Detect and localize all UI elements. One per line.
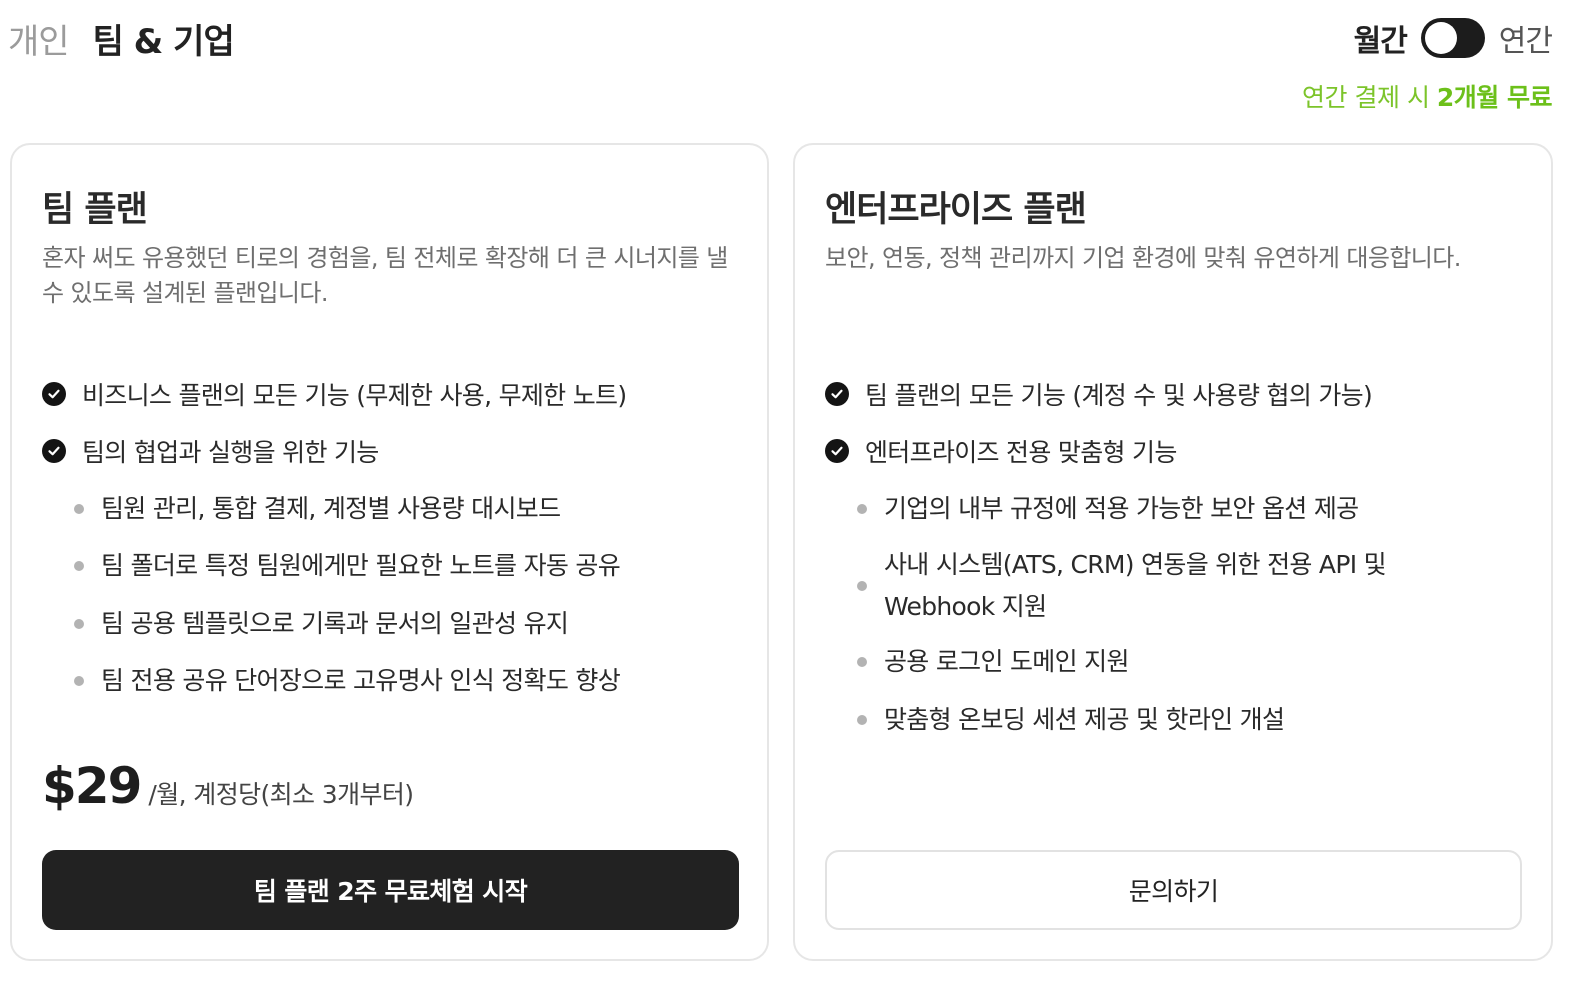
feature-list: 비즈니스 플랜의 모든 기능 (무제한 사용, 무제한 노트) 팀의 협업과 실… bbox=[42, 365, 742, 710]
feature-text: 비즈니스 플랜의 모든 기능 (무제한 사용, 무제한 노트) bbox=[82, 380, 627, 410]
bullet-dot-icon bbox=[74, 503, 84, 514]
bullet-dot-icon bbox=[857, 503, 867, 514]
start-team-trial-button[interactable]: 팀 플랜 2주 무료체험 시작 bbox=[42, 850, 739, 930]
team-plan-card: 팀 플랜 혼자 써도 유용했던 티로의 경험을, 팀 전체로 확장해 더 큰 시… bbox=[10, 143, 769, 961]
sub-feature-text: 팀 공용 템플릿으로 기록과 문서의 일관성 유지 bbox=[101, 608, 569, 638]
bullet-dot-icon bbox=[857, 714, 867, 725]
promo-highlight: 2개월 무료 bbox=[1436, 83, 1553, 112]
enterprise-plan-card: 엔터프라이즈 플랜 보안, 연동, 정책 관리까지 기업 환경에 맞춰 유연하게… bbox=[793, 143, 1553, 961]
check-circle-icon bbox=[825, 439, 849, 464]
bullet-dot-icon bbox=[857, 580, 867, 591]
feature-item: 팀 플랜의 모든 기능 (계정 수 및 사용량 협의 가능) bbox=[825, 365, 1525, 423]
billing-toggle[interactable] bbox=[1420, 18, 1485, 58]
yearly-label[interactable]: 연간 bbox=[1499, 16, 1553, 60]
price-unit: /월, 계정당(최소 3개부터) bbox=[148, 780, 414, 809]
billing-period-switch: 월간 연간 bbox=[1354, 16, 1553, 60]
sub-feature-item: 사내 시스템(ATS, CRM) 연동을 위한 전용 API 및 Webhook… bbox=[825, 538, 1525, 634]
feature-list: 팀 플랜의 모든 기능 (계정 수 및 사용량 협의 가능) 엔터프라이즈 전용… bbox=[825, 365, 1525, 749]
sub-feature-text: 팀 폴더로 특정 팀원에게만 필요한 노트를 자동 공유 bbox=[101, 551, 621, 581]
contact-us-button[interactable]: 문의하기 bbox=[825, 850, 1522, 930]
monthly-label[interactable]: 월간 bbox=[1354, 16, 1408, 60]
sub-feature-text: 기업의 내부 규정에 적용 가능한 보안 옵션 제공 bbox=[884, 493, 1359, 523]
price-block: $29 /월, 계정당(최소 3개부터) bbox=[42, 757, 414, 815]
feature-item: 팀의 협업과 실행을 위한 기능 bbox=[42, 423, 742, 481]
plan-title: 팀 플랜 bbox=[42, 190, 148, 230]
sub-feature-item: 팀원 관리, 통합 결제, 계정별 사용량 대시보드 bbox=[42, 480, 742, 538]
bullet-dot-icon bbox=[74, 676, 84, 687]
check-circle-icon bbox=[42, 381, 66, 406]
sub-feature-item: 팀 공용 템플릿으로 기록과 문서의 일관성 유지 bbox=[42, 595, 742, 653]
sub-feature-text: 맞춤형 온보딩 세션 제공 및 핫라인 개설 bbox=[884, 704, 1285, 734]
sub-feature-item: 맞춤형 온보딩 세션 제공 및 핫라인 개설 bbox=[825, 691, 1525, 749]
bullet-dot-icon bbox=[74, 618, 84, 629]
plan-category-tabs: 개인 팀 & 기업 bbox=[8, 14, 235, 63]
sub-feature-item: 팀 폴더로 특정 팀원에게만 필요한 노트를 자동 공유 bbox=[42, 538, 742, 596]
check-circle-icon bbox=[42, 439, 66, 464]
toggle-knob bbox=[1424, 22, 1457, 54]
tab-personal[interactable]: 개인 bbox=[8, 14, 70, 63]
feature-item: 엔터프라이즈 전용 맞춤형 기능 bbox=[825, 423, 1525, 481]
sub-feature-item: 공용 로그인 도메인 지원 bbox=[825, 634, 1525, 692]
plan-title: 엔터프라이즈 플랜 bbox=[825, 190, 1087, 230]
feature-text: 엔터프라이즈 전용 맞춤형 기능 bbox=[865, 438, 1177, 468]
tab-team-enterprise[interactable]: 팀 & 기업 bbox=[93, 14, 235, 63]
plan-description: 혼자 써도 유용했던 티로의 경험을, 팀 전체로 확장해 더 큰 시너지를 낼… bbox=[42, 244, 728, 307]
promo-prefix: 연간 결제 시 bbox=[1302, 83, 1437, 112]
check-circle-icon bbox=[825, 381, 849, 406]
sub-feature-text: 사내 시스템(ATS, CRM) 연동을 위한 전용 API 및 Webhook… bbox=[884, 549, 1387, 621]
sub-feature-item: 기업의 내부 규정에 적용 가능한 보안 옵션 제공 bbox=[825, 480, 1525, 538]
sub-feature-item: 팀 전용 공유 단어장으로 고유명사 인식 정확도 향상 bbox=[42, 653, 742, 711]
feature-text: 팀 플랜의 모든 기능 (계정 수 및 사용량 협의 가능) bbox=[865, 380, 1373, 410]
price-amount: $29 bbox=[42, 757, 142, 815]
sub-feature-text: 팀원 관리, 통합 결제, 계정별 사용량 대시보드 bbox=[101, 493, 561, 523]
sub-feature-text: 공용 로그인 도메인 지원 bbox=[884, 647, 1129, 677]
feature-text: 팀의 협업과 실행을 위한 기능 bbox=[82, 438, 379, 468]
plan-description: 보안, 연동, 정책 관리까지 기업 환경에 맞춰 유연하게 대응합니다. bbox=[825, 244, 1461, 272]
bullet-dot-icon bbox=[74, 561, 84, 572]
yearly-promo-text: 연간 결제 시 2개월 무료 bbox=[1302, 78, 1552, 114]
sub-feature-text: 팀 전용 공유 단어장으로 고유명사 인식 정확도 향상 bbox=[101, 666, 621, 696]
feature-item: 비즈니스 플랜의 모든 기능 (무제한 사용, 무제한 노트) bbox=[42, 365, 742, 423]
bullet-dot-icon bbox=[857, 657, 867, 668]
